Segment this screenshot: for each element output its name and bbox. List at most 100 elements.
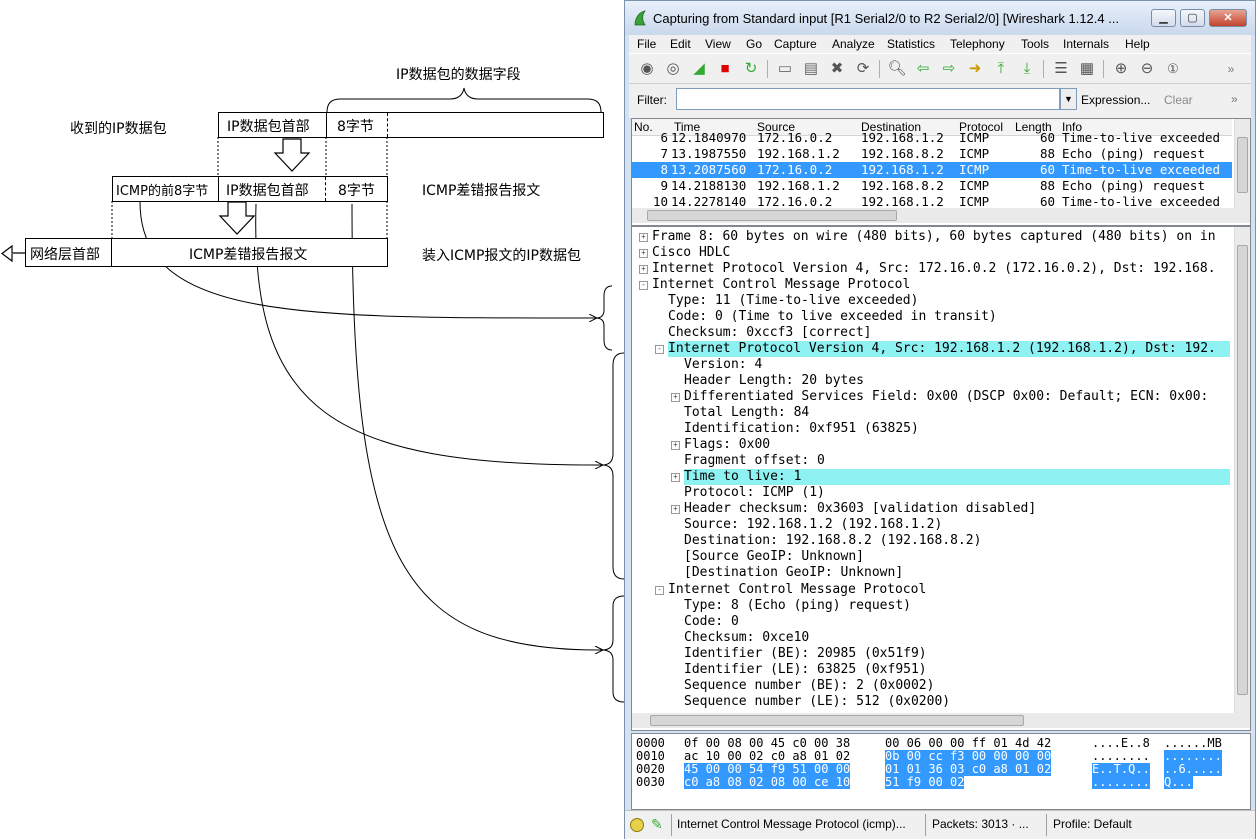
menu-telephony[interactable]: Telephony <box>950 35 1005 53</box>
interfaces-icon[interactable]: ◉ <box>637 59 657 79</box>
zoom-out-icon[interactable]: ⊖ <box>1137 59 1157 79</box>
reload-icon[interactable]: ⟳ <box>853 59 873 79</box>
start-capture-icon[interactable]: ◢ <box>689 59 709 79</box>
filter-dropdown-icon[interactable]: ▼ <box>1060 88 1077 110</box>
expand-icon[interactable]: + <box>639 265 648 274</box>
stop-capture-icon[interactable]: ■ <box>715 59 735 79</box>
expand-icon[interactable]: + <box>671 393 680 402</box>
clear-button[interactable]: Clear <box>1164 93 1193 107</box>
minimize-button[interactable]: ▁ <box>1151 9 1176 27</box>
detail-row[interactable]: Version: 4 <box>684 357 1230 373</box>
menu-file[interactable]: File <box>637 35 656 53</box>
detail-row[interactable]: Internet Control Message Protocol <box>652 277 1230 293</box>
save-icon[interactable]: ▤ <box>801 59 821 79</box>
scroll-thumb[interactable] <box>1237 137 1248 193</box>
autoscroll-icon[interactable]: ▦ <box>1077 59 1097 79</box>
scroll-thumb[interactable] <box>1237 245 1248 695</box>
ascii-bytes[interactable]: Q... <box>1164 776 1193 789</box>
detail-row[interactable]: Identifier (BE): 20985 (0x51f9) <box>684 646 1230 662</box>
go-back-icon[interactable]: ⇦ <box>913 59 933 79</box>
menu-help[interactable]: Help <box>1125 35 1150 53</box>
detail-row[interactable]: [Destination GeoIP: Unknown] <box>684 565 1230 581</box>
expert-info-icon[interactable] <box>630 818 644 832</box>
detail-row[interactable]: Protocol: ICMP (1) <box>684 485 1230 501</box>
collapse-icon[interactable]: - <box>655 586 664 595</box>
expand-icon[interactable]: + <box>671 505 680 514</box>
detail-row[interactable]: Type: 11 (Time-to-live exceeded) <box>668 293 1230 309</box>
filter-overflow-icon[interactable]: » <box>1231 92 1238 106</box>
first-packet-icon[interactable]: ⤒ <box>991 59 1011 79</box>
status-profile[interactable]: Profile: Default <box>1053 817 1132 831</box>
find-packet-icon[interactable]: 🔍︎ <box>887 59 907 79</box>
close-button[interactable]: ✕ <box>1209 9 1247 27</box>
collapse-icon[interactable]: - <box>639 281 648 290</box>
details-vscrollbar[interactable] <box>1234 227 1250 713</box>
detail-row[interactable]: Internet Control Message Protocol <box>668 582 1230 598</box>
menu-capture[interactable]: Capture <box>774 35 817 53</box>
last-packet-icon[interactable]: ⤓ <box>1017 59 1037 79</box>
byte-offset[interactable]: 0030 <box>636 776 665 789</box>
detail-row[interactable]: Checksum: 0xccf3 [correct] <box>668 325 1230 341</box>
go-to-packet-icon[interactable]: ➜ <box>965 59 985 79</box>
close-file-icon[interactable]: ✖ <box>827 59 847 79</box>
go-forward-icon[interactable]: ⇨ <box>939 59 959 79</box>
expand-icon[interactable]: + <box>671 441 680 450</box>
menu-go[interactable]: Go <box>746 35 762 53</box>
open-icon[interactable]: ▭ <box>775 59 795 79</box>
detail-row[interactable]: Total Length: 84 <box>684 405 1230 421</box>
detail-row[interactable]: Fragment offset: 0 <box>684 453 1230 469</box>
packet-row[interactable]: 6 12.1840970 172.16.0.2 192.168.1.2 ICMP 60 Ti… <box>632 130 1232 146</box>
edit-comment-icon[interactable]: ✎ <box>651 816 663 833</box>
filter-input[interactable] <box>676 88 1060 110</box>
hex-bytes[interactable]: 51 f9 00 02 <box>885 776 965 789</box>
menu-analyze[interactable]: Analyze <box>832 35 875 53</box>
detail-row[interactable]: Identification: 0xf951 (63825) <box>684 421 1230 437</box>
detail-row[interactable]: Cisco HDLC <box>652 245 1230 261</box>
detail-row[interactable]: Code: 0 <box>684 614 1230 630</box>
detail-row[interactable]: Sequence number (BE): 2 (0x0002) <box>684 678 1230 694</box>
zoom-in-icon[interactable]: ⊕ <box>1111 59 1131 79</box>
hex-bytes[interactable]: c0 a8 08 02 08 00 ce 10 <box>684 776 851 789</box>
detail-row[interactable]: Differentiated Services Field: 0x00 (DSC… <box>684 389 1230 405</box>
toolbar-overflow-icon[interactable]: » <box>1221 59 1241 79</box>
menu-view[interactable]: View <box>705 35 731 53</box>
ascii-bytes[interactable]: ........ <box>1092 776 1150 789</box>
packet-list-hscrollbar[interactable] <box>632 208 1250 223</box>
expand-icon[interactable]: + <box>639 233 648 242</box>
detail-row[interactable]: Header checksum: 0x3603 [validation disa… <box>684 501 1230 517</box>
packet-row[interactable]: 7 13.1987550 192.168.1.2 192.168.8.2 ICMP 88 E… <box>632 146 1232 162</box>
expand-icon[interactable]: + <box>639 249 648 258</box>
normal-size-icon[interactable]: ① <box>1163 59 1183 79</box>
colorize-icon[interactable]: ☰ <box>1051 59 1071 79</box>
detail-row[interactable]: Sequence number (LE): 512 (0x0200) <box>684 694 1230 710</box>
details-hscrollbar[interactable] <box>632 713 1250 728</box>
detail-row[interactable]: Destination: 192.168.8.2 (192.168.8.2) <box>684 533 1230 549</box>
packet-list-vscrollbar[interactable] <box>1234 119 1250 208</box>
expression-button[interactable]: Expression... <box>1081 93 1150 107</box>
detail-row[interactable]: [Source GeoIP: Unknown] <box>684 549 1230 565</box>
maximize-button[interactable]: ▢ <box>1180 9 1205 27</box>
options-icon[interactable]: ◎ <box>663 59 683 79</box>
detail-row[interactable]: Checksum: 0xce10 <box>684 630 1230 646</box>
expand-icon[interactable]: + <box>671 473 680 482</box>
menu-internals[interactable]: Internals <box>1063 35 1109 53</box>
detail-row[interactable]: Identifier (LE): 63825 (0xf951) <box>684 662 1230 678</box>
restart-capture-icon[interactable]: ↻ <box>741 59 761 79</box>
detail-row[interactable]: Flags: 0x00 <box>684 437 1230 453</box>
menu-tools[interactable]: Tools <box>1021 35 1049 53</box>
detail-row[interactable]: Time to live: 1 <box>684 469 1230 485</box>
scroll-thumb[interactable] <box>647 210 897 221</box>
packet-row[interactable]: 8 13.2087560 172.16.0.2 192.168.1.2 ICMP 60 Ti… <box>632 162 1232 178</box>
detail-row[interactable]: Type: 8 (Echo (ping) request) <box>684 598 1230 614</box>
detail-row[interactable]: Code: 0 (Time to live exceeded in transi… <box>668 309 1230 325</box>
menu-statistics[interactable]: Statistics <box>887 35 935 53</box>
detail-row[interactable]: Internet Protocol Version 4, Src: 192.16… <box>668 341 1230 357</box>
packet-row[interactable]: 9 14.2188130 192.168.1.2 192.168.8.2 ICMP 88 E… <box>632 178 1232 194</box>
detail-row[interactable]: Internet Protocol Version 4, Src: 172.16… <box>652 261 1230 277</box>
detail-row[interactable]: Frame 8: 60 bytes on wire (480 bits), 60… <box>652 229 1230 245</box>
scroll-thumb[interactable] <box>650 715 1024 726</box>
collapse-icon[interactable]: - <box>655 345 664 354</box>
detail-row[interactable]: Header Length: 20 bytes <box>684 373 1230 389</box>
menu-edit[interactable]: Edit <box>670 35 691 53</box>
detail-row[interactable]: Source: 192.168.1.2 (192.168.1.2) <box>684 517 1230 533</box>
